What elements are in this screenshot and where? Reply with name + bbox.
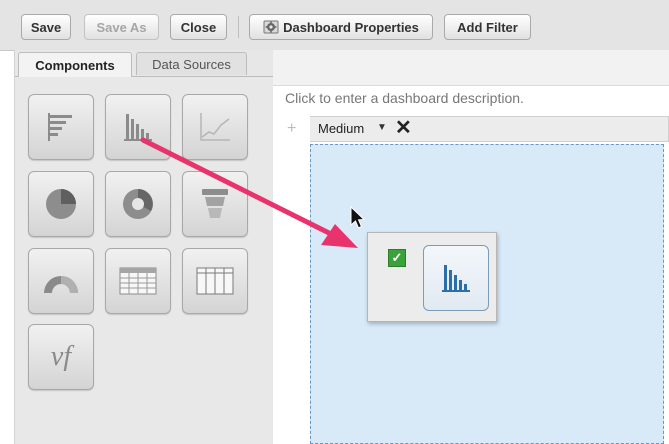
metric-table-component[interactable]: [182, 248, 248, 314]
add-filter-button[interactable]: Add Filter: [444, 14, 531, 40]
dashboard-properties-button[interactable]: Dashboard Properties: [249, 14, 433, 40]
close-button[interactable]: Close: [170, 14, 227, 40]
tab-data-sources[interactable]: Data Sources: [136, 52, 247, 75]
dragged-component-card[interactable]: ✓: [367, 232, 497, 322]
visualforce-component[interactable]: vf: [28, 324, 94, 390]
dashboard-header-bar: [273, 50, 669, 86]
vertical-bar-chart-icon: [442, 265, 470, 292]
horizontal-bar-chart-component[interactable]: [28, 94, 94, 160]
line-chart-icon: [200, 113, 230, 141]
visualforce-icon: vf: [50, 341, 72, 372]
column-size-select[interactable]: Medium: [318, 121, 364, 136]
dashboard-properties-label: Dashboard Properties: [283, 19, 419, 35]
component-palette: vf: [15, 77, 273, 444]
save-button[interactable]: Save: [21, 14, 71, 40]
save-as-button[interactable]: Save As: [84, 14, 159, 40]
metric-table-icon: [196, 267, 234, 295]
horizontal-bar-chart-icon: [48, 113, 72, 141]
pie-chart-component[interactable]: [28, 171, 94, 237]
components-panel: Components Data Sources vf: [14, 50, 274, 444]
chevron-down-icon[interactable]: ▼: [377, 122, 387, 133]
checkmark-icon: ✓: [388, 249, 406, 267]
gear-icon: [263, 19, 279, 35]
donut-chart-component[interactable]: [105, 171, 171, 237]
funnel-chart-component[interactable]: [182, 171, 248, 237]
close-icon[interactable]: ✕: [395, 115, 412, 140]
table-icon: [119, 267, 157, 295]
add-column-icon[interactable]: +: [287, 120, 296, 138]
donut-chart-icon: [123, 189, 153, 219]
line-chart-component[interactable]: [182, 94, 248, 160]
table-component[interactable]: [105, 248, 171, 314]
tab-components[interactable]: Components: [18, 52, 132, 77]
vertical-bar-chart-icon: [124, 114, 152, 141]
vertical-bar-chart-component[interactable]: [105, 94, 171, 160]
funnel-chart-icon: [202, 189, 228, 218]
gauge-icon: [44, 276, 78, 293]
dragged-component-icon-box: [423, 245, 489, 311]
toolbar: Save Save As Close Dashboard Properties …: [0, 0, 669, 51]
toolbar-separator: [238, 16, 239, 38]
panel-tabs: Components Data Sources: [15, 50, 273, 77]
dashboard-description[interactable]: Click to enter a dashboard description.: [285, 90, 524, 106]
gauge-component[interactable]: [28, 248, 94, 314]
pie-chart-icon: [46, 189, 76, 219]
